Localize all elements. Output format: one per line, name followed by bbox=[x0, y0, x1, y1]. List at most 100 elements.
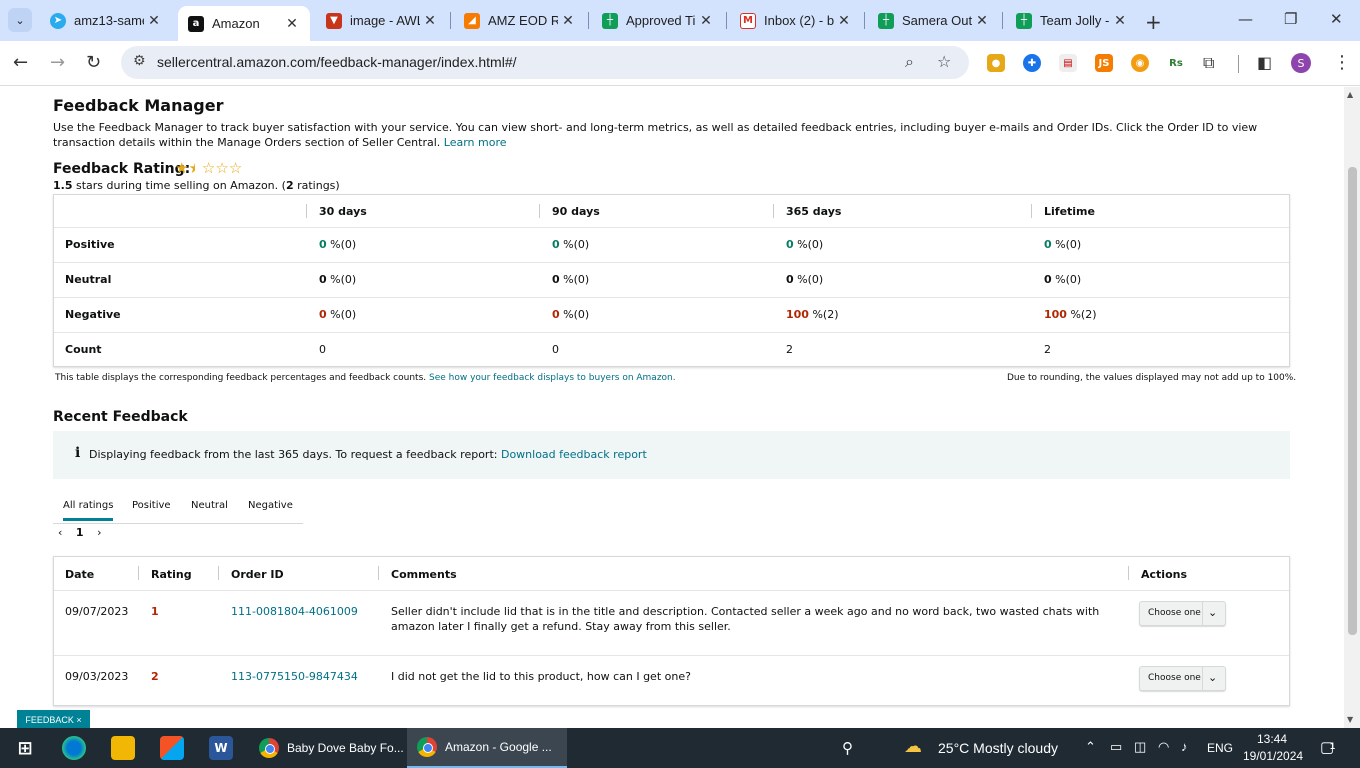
minimize-icon[interactable]: — bbox=[1238, 10, 1253, 28]
feedback-comment: I did not get the lid to this product, h… bbox=[391, 670, 691, 683]
close-tab-icon[interactable]: ✕ bbox=[144, 13, 164, 29]
reload-icon[interactable]: ↻ bbox=[86, 52, 101, 73]
extension-icon[interactable]: ▤ bbox=[1059, 54, 1077, 72]
edge-icon[interactable] bbox=[62, 736, 86, 760]
sheets-icon: ┼ bbox=[602, 12, 618, 29]
tab-separator bbox=[726, 12, 727, 29]
extensions-puzzle-icon[interactable]: ⧉ bbox=[1203, 53, 1214, 73]
rating-summary: 1.5 stars during time selling on Amazon.… bbox=[53, 179, 340, 192]
order-id-link[interactable]: 113-0775150-9847434 bbox=[231, 669, 358, 684]
profile-avatar[interactable]: S bbox=[1291, 53, 1311, 73]
extension-icon[interactable]: ◉ bbox=[1131, 54, 1149, 72]
scroll-up-icon[interactable]: ▲ bbox=[1347, 90, 1353, 99]
info-icon: i bbox=[75, 445, 81, 461]
extension-icon[interactable]: ✚ bbox=[1023, 54, 1041, 72]
browser-tab[interactable]: M Inbox (2) - b ✕ bbox=[730, 7, 862, 34]
word-icon[interactable]: W bbox=[209, 736, 233, 760]
rs-icon[interactable]: Rs bbox=[1167, 54, 1185, 72]
close-tab-icon[interactable]: ✕ bbox=[558, 13, 578, 29]
chevron-down-icon: ⌄ bbox=[1208, 671, 1218, 684]
clock-date[interactable]: 19/01/2024 bbox=[1243, 749, 1303, 763]
column-divider bbox=[378, 566, 379, 580]
url-text[interactable]: sellercentral.amazon.com/feedback-manage… bbox=[157, 54, 517, 70]
browser-tab[interactable]: ▼ image - AWL ✕ bbox=[316, 7, 448, 34]
wifi-icon[interactable]: ◠ bbox=[1158, 739, 1169, 755]
metrics-row-neutral: Neutral 0 %(0) 0 %(0) 0 %(0) 0 %(0) bbox=[54, 263, 1289, 298]
volume-icon[interactable]: ♪ bbox=[1181, 739, 1188, 754]
address-bar[interactable]: ⚙ sellercentral.amazon.com/feedback-mana… bbox=[121, 46, 969, 79]
close-tab-icon[interactable]: ✕ bbox=[972, 13, 992, 29]
order-id-link[interactable]: 111-0081804-4061009 bbox=[231, 604, 358, 619]
star-half-icon: ★ bbox=[188, 159, 202, 177]
close-tab-icon[interactable]: ✕ bbox=[282, 16, 302, 32]
taskbar-app-active[interactable]: Amazon - Google ... bbox=[407, 728, 567, 768]
page-scrollbar[interactable]: ▲ ▼ bbox=[1344, 87, 1360, 728]
rating-stars: ★★☆☆☆ bbox=[175, 159, 242, 177]
tab-separator bbox=[1002, 12, 1003, 29]
file-explorer-icon[interactable] bbox=[111, 736, 135, 760]
scroll-down-icon[interactable]: ▼ bbox=[1347, 715, 1353, 724]
chevron-up-icon[interactable]: ⌃ bbox=[1085, 739, 1096, 755]
bookmark-star-icon[interactable]: ☆ bbox=[937, 52, 951, 71]
close-tab-icon[interactable]: ✕ bbox=[696, 13, 716, 29]
chevron-right-icon[interactable]: › bbox=[97, 526, 101, 539]
meet-icon[interactable]: ◫ bbox=[1134, 739, 1146, 755]
weather-text[interactable]: 25°C Mostly cloudy bbox=[938, 740, 1058, 756]
browser-tab[interactable]: ➤ amz13-same ✕ bbox=[40, 7, 172, 34]
honey-icon[interactable]: ● bbox=[987, 54, 1005, 72]
restore-icon[interactable]: ❐ bbox=[1284, 10, 1297, 28]
forward-icon[interactable]: → bbox=[50, 52, 65, 73]
zoom-search-icon[interactable]: ⌕ bbox=[905, 52, 914, 72]
browser-tab[interactable]: ┼ Samera Out ✕ bbox=[868, 7, 1000, 34]
column-header-order-id: Order ID bbox=[231, 568, 284, 581]
clock-time[interactable]: 13:44 bbox=[1257, 732, 1287, 746]
close-tab-icon[interactable]: ✕ bbox=[1110, 13, 1130, 29]
feedback-table: Date Rating Order ID Comments Actions 09… bbox=[53, 556, 1290, 706]
period-header: 90 days bbox=[552, 205, 600, 218]
close-tab-icon[interactable]: ✕ bbox=[834, 13, 854, 29]
people-icon[interactable]: ⚲ bbox=[842, 739, 853, 757]
tab-negative[interactable]: Negative bbox=[248, 500, 293, 511]
language-indicator[interactable]: ENG bbox=[1207, 741, 1233, 755]
star-empty-icon: ☆ bbox=[228, 159, 243, 177]
close-tab-icon[interactable]: ✕ bbox=[420, 13, 440, 29]
dropdown-divider bbox=[1202, 667, 1203, 690]
back-icon[interactable]: ← bbox=[13, 52, 28, 73]
notification-count: 1 bbox=[1330, 741, 1336, 751]
browser-tab[interactable]: ┼ Team Jolly - ✕ bbox=[1006, 7, 1138, 34]
period-header: Lifetime bbox=[1044, 205, 1095, 218]
taskbar-app[interactable]: Baby Dove Baby Fo... bbox=[249, 728, 405, 768]
browser-tab[interactable]: ┼ Approved Ti ✕ bbox=[592, 7, 724, 34]
new-tab-icon[interactable]: + bbox=[1145, 10, 1162, 34]
feedback-display-link[interactable]: See how your feedback displays to buyers… bbox=[429, 373, 676, 383]
js-icon[interactable]: JS bbox=[1095, 54, 1113, 72]
metrics-row-count: Count 0 0 2 2 bbox=[65, 343, 1051, 356]
close-window-icon[interactable]: ✕ bbox=[1330, 10, 1343, 28]
chevron-left-icon[interactable]: ‹ bbox=[58, 526, 62, 539]
scrollbar-thumb[interactable] bbox=[1348, 167, 1357, 635]
tab-positive[interactable]: Positive bbox=[132, 500, 171, 511]
browser-tab-active[interactable]: a Amazon ✕ bbox=[178, 6, 310, 41]
battery-icon[interactable]: ▭ bbox=[1110, 739, 1122, 755]
action-dropdown[interactable]: Choose one ⌄ bbox=[1139, 666, 1226, 691]
learn-more-link[interactable]: Learn more bbox=[444, 136, 507, 149]
feedback-badge[interactable]: FEEDBACK × bbox=[17, 710, 90, 728]
windows-start-icon[interactable]: ⊞ bbox=[13, 736, 37, 760]
pagination: ‹ 1 › bbox=[58, 526, 101, 539]
browser-tab[interactable]: ◢ AMZ EOD Re ✕ bbox=[454, 7, 586, 34]
column-header-comments: Comments bbox=[391, 568, 457, 581]
site-info-icon[interactable]: ⚙ bbox=[133, 53, 146, 69]
tab-neutral[interactable]: Neutral bbox=[191, 500, 228, 511]
column-divider bbox=[539, 204, 540, 218]
sheets-icon: ┼ bbox=[878, 12, 894, 29]
download-feedback-report-link[interactable]: Download feedback report bbox=[501, 448, 647, 461]
store-icon[interactable] bbox=[160, 736, 184, 760]
action-dropdown[interactable]: Choose one ⌄ bbox=[1139, 601, 1226, 626]
toolbar-divider bbox=[1238, 55, 1239, 73]
tab-search-button[interactable]: ⌄ bbox=[8, 8, 32, 32]
side-panel-icon[interactable]: ◧ bbox=[1257, 53, 1272, 72]
tab-all-ratings[interactable]: All ratings bbox=[63, 500, 114, 521]
gmail-icon: M bbox=[740, 12, 756, 29]
current-page[interactable]: 1 bbox=[76, 526, 84, 539]
menu-kebab-icon[interactable]: ⋮ bbox=[1333, 52, 1351, 73]
